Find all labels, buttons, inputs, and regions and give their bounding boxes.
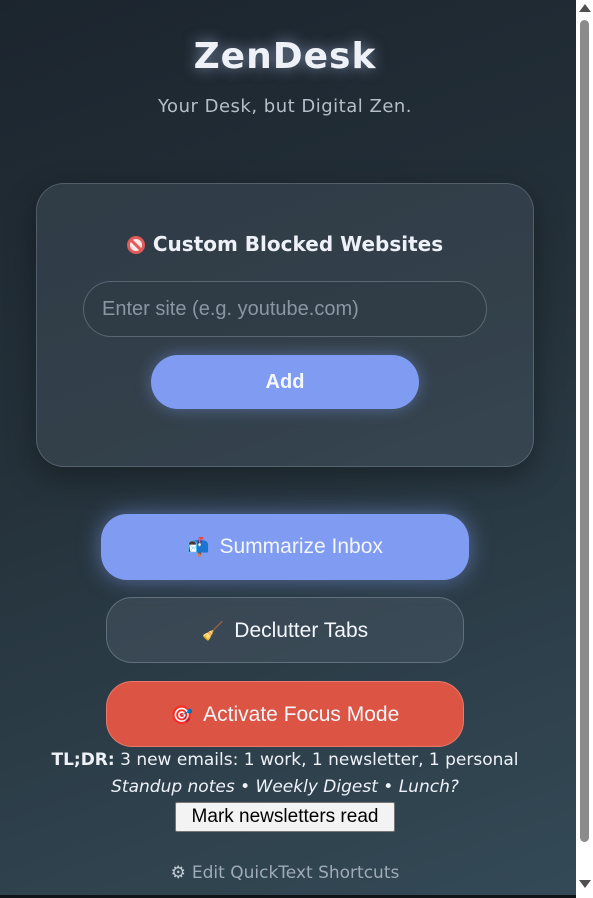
summarize-inbox-button[interactable]: 📬 Summarize Inbox [101, 514, 469, 580]
declutter-tabs-button[interactable]: 🧹 Declutter Tabs [106, 597, 464, 663]
blocked-websites-card: Custom Blocked Websites Add [36, 183, 534, 467]
add-site-button[interactable]: Add [151, 355, 419, 409]
blocked-websites-heading-text: Custom Blocked Websites [152, 232, 444, 256]
email-subjects: Standup notes • Weekly Digest • Lunch? [111, 777, 459, 797]
scrollbar-thumb[interactable] [580, 20, 589, 842]
focus-mode-label: Activate Focus Mode [203, 703, 400, 726]
summarize-inbox-label: Summarize Inbox [219, 535, 383, 558]
broom-icon: 🧹 [201, 621, 225, 641]
focus-mode-button[interactable]: 🎯 Activate Focus Mode [106, 681, 464, 747]
edit-quicktext-link[interactable]: ⚙ Edit QuickText Shortcuts [0, 863, 570, 883]
app-tagline: Your Desk, but Digital Zen. [157, 96, 413, 117]
no-entry-icon [126, 236, 145, 254]
tldr-summary: TL;DR: 3 new emails: 1 work, 1 newslette… [0, 750, 570, 770]
tldr-label: TL;DR: [51, 750, 115, 770]
gear-icon: ⚙ [170, 863, 186, 883]
scroll-down-arrow-icon[interactable] [579, 880, 591, 888]
tldr-text: 3 new emails: 1 work, 1 newsletter, 1 pe… [114, 750, 519, 770]
site-input[interactable] [83, 281, 487, 337]
scroll-up-arrow-icon[interactable] [579, 4, 591, 12]
app-title: ZenDesk [193, 36, 377, 77]
blocked-websites-heading: Custom Blocked Websites [37, 232, 533, 256]
mailbox-icon: 📬 [187, 537, 210, 557]
declutter-tabs-label: Declutter Tabs [234, 619, 369, 642]
mark-newsletters-read-button[interactable]: Mark newsletters read [175, 802, 395, 832]
edit-quicktext-label: Edit QuickText Shortcuts [191, 863, 400, 883]
target-icon: 🎯 [170, 705, 194, 725]
vertical-scrollbar[interactable] [576, 0, 593, 898]
popup-content: ZenDesk Your Desk, but Digital Zen. Cust… [0, 0, 577, 898]
